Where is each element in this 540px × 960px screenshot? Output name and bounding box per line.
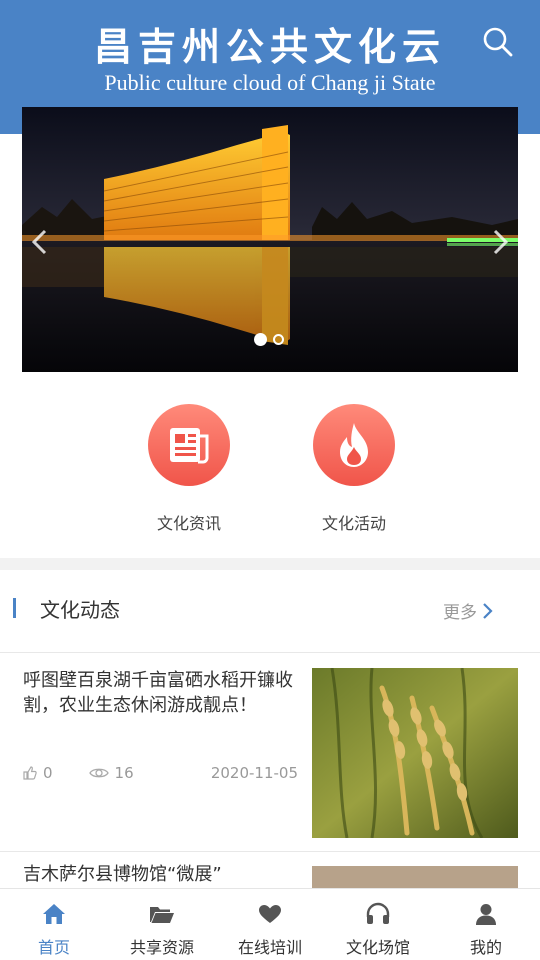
carousel-dot-2[interactable] (273, 334, 284, 345)
news-title: 呼图壁百泉湖千亩富硒水稻开镰收割，农业生态休闲游成靓点！ (23, 670, 293, 716)
section-accent-bar (13, 598, 16, 618)
nav-label: 首页 (37, 938, 70, 957)
thumbs-up-icon (23, 766, 37, 780)
nav-cultural-venues[interactable]: 文化场馆 (324, 889, 432, 960)
category-label: 文化资讯 (156, 514, 221, 533)
nav-shared-resources[interactable]: 共享资源 (108, 889, 216, 960)
nav-label: 共享资源 (129, 938, 194, 957)
category-culture-activities[interactable]: 文化活动 (299, 404, 409, 534)
user-icon (476, 904, 496, 925)
news-date: 2020-11-05 (210, 764, 298, 782)
like-count[interactable]: 0 (23, 764, 53, 782)
flame-icon (340, 423, 368, 467)
nav-mine[interactable]: 我的 (432, 889, 540, 960)
divider (0, 652, 540, 653)
category-icon-circle (313, 404, 395, 486)
section-divider (0, 558, 540, 570)
search-icon[interactable] (482, 26, 514, 58)
category-icon-circle (148, 404, 230, 486)
like-count-value: 0 (43, 764, 53, 782)
divider (0, 851, 540, 852)
home-icon (43, 904, 65, 924)
view-count: 16 (88, 764, 134, 782)
news-item[interactable]: 吉木萨尔县博物馆“微展” (0, 862, 540, 888)
carousel-prev-icon[interactable] (28, 227, 52, 257)
banner-carousel[interactable] (22, 107, 518, 372)
news-title: 吉木萨尔县博物馆“微展” (23, 864, 222, 885)
carousel-dot-1[interactable] (254, 333, 267, 346)
headphones-icon (366, 902, 390, 924)
bottom-nav: 首页 共享资源 在线培训 文化场馆 我的 (0, 888, 540, 960)
eye-icon (88, 768, 109, 778)
news-thumbnail (312, 668, 518, 838)
heart-icon (259, 905, 281, 923)
section-title: 文化动态 (40, 598, 120, 622)
news-meta: 0 16 2020-11-05 (23, 764, 298, 782)
news-thumbnail (312, 866, 518, 888)
nav-label: 文化场馆 (345, 938, 410, 957)
category-label: 文化活动 (321, 514, 386, 533)
chevron-right-icon (483, 602, 493, 619)
carousel-dots (254, 333, 284, 346)
more-label: 更多 (443, 603, 477, 623)
nav-online-training[interactable]: 在线培训 (216, 889, 324, 960)
category-culture-news[interactable]: 文化资讯 (134, 404, 244, 534)
carousel-next-icon[interactable] (488, 227, 512, 257)
app-subtitle: Public culture cloud of Chang ji State (104, 70, 436, 95)
folder-icon (150, 907, 174, 923)
nav-home[interactable]: 首页 (0, 889, 108, 960)
news-item[interactable]: 呼图壁百泉湖千亩富硒水稻开镰收割，农业生态休闲游成靓点！ 0 16 2020-1… (0, 668, 540, 840)
nav-label: 在线培训 (237, 938, 302, 957)
newspaper-icon (170, 428, 209, 464)
view-count-value: 16 (114, 764, 134, 782)
more-link[interactable]: 更多 (443, 598, 493, 623)
rice-image (312, 668, 518, 838)
nav-label: 我的 (469, 938, 502, 957)
app-title: 昌吉州公共文化云 (93, 24, 446, 69)
